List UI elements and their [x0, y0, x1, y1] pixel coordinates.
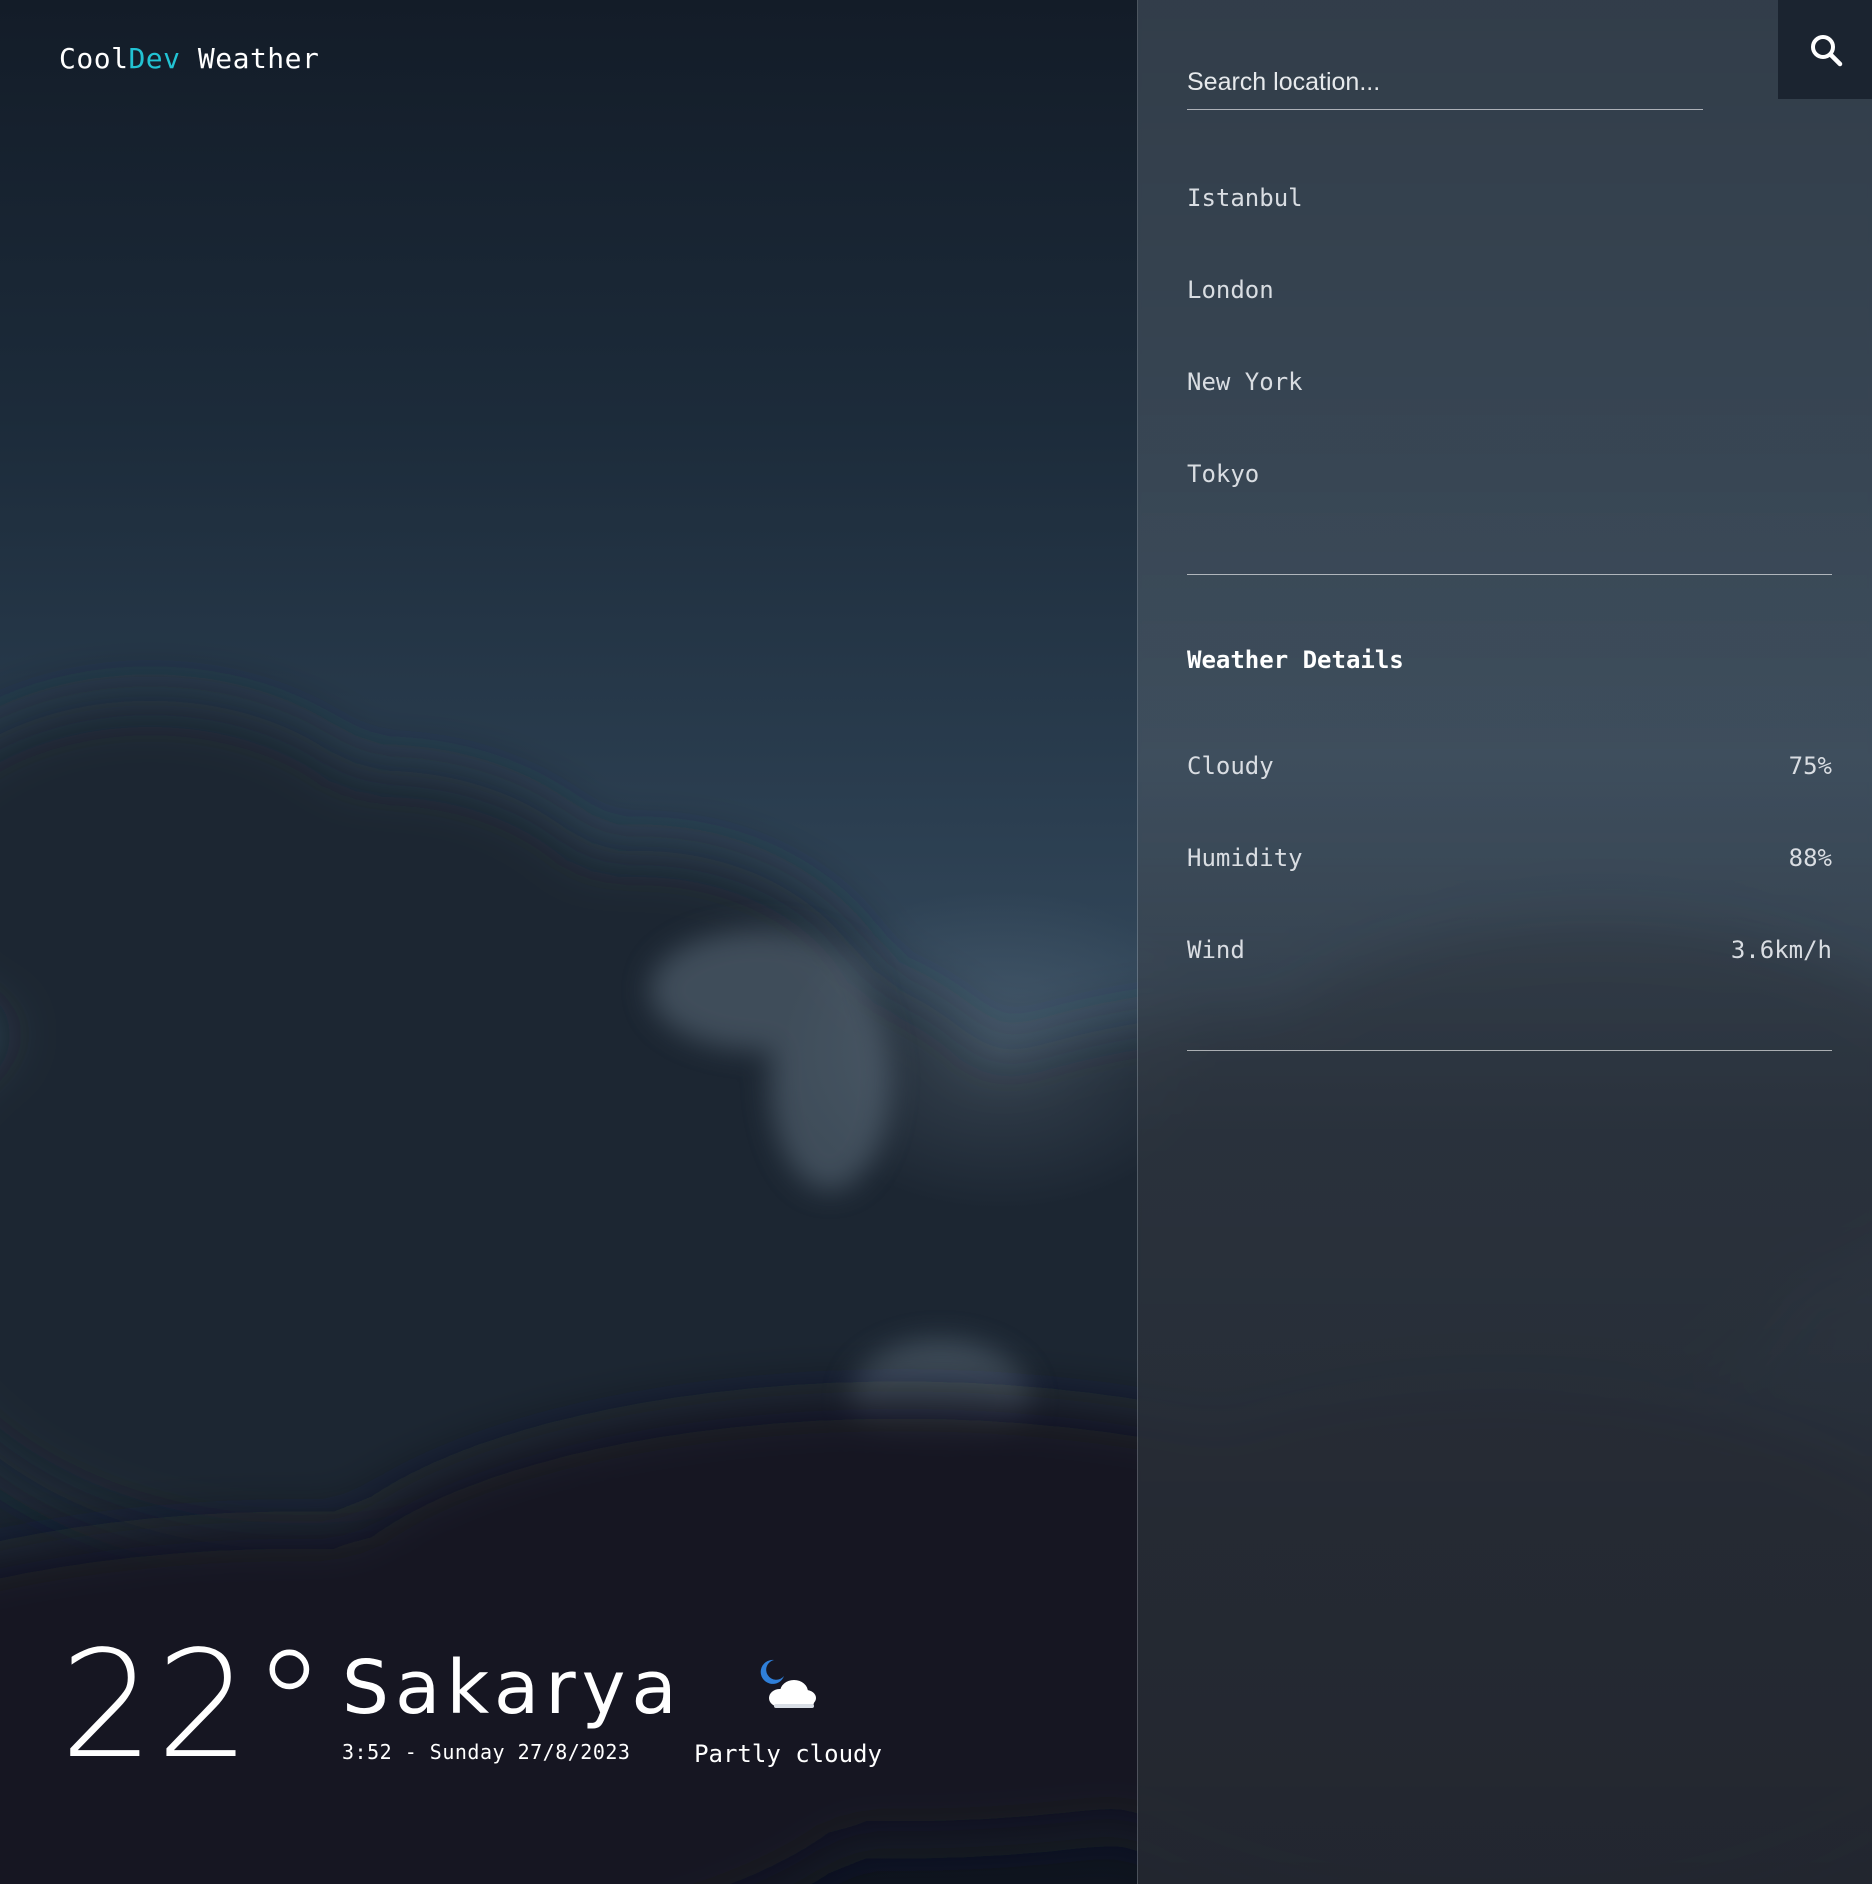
details-list: Cloudy 75% Humidity 88% Wind 3.6km/h — [1187, 736, 1832, 1012]
detail-label: Wind — [1187, 936, 1245, 964]
detail-row-humidity: Humidity 88% — [1187, 828, 1832, 920]
temperature: 22° — [60, 1619, 329, 1791]
search-button[interactable] — [1778, 0, 1872, 99]
logo-text-weather: Weather — [180, 42, 320, 75]
detail-row-wind: Wind 3.6km/h — [1187, 920, 1832, 1012]
search-input[interactable] — [1187, 60, 1703, 104]
detail-label: Cloudy — [1187, 752, 1274, 780]
detail-row-cloudy: Cloudy 75% — [1187, 736, 1832, 828]
detail-label: Humidity — [1187, 844, 1303, 872]
date-time: 3:52 - Sunday 27/8/2023 — [342, 1740, 631, 1764]
logo-text-dev: Dev — [128, 42, 181, 75]
location-item-istanbul[interactable]: Istanbul — [1187, 168, 1832, 260]
details-title: Weather Details — [1187, 646, 1404, 674]
search-field — [1187, 60, 1703, 110]
divider — [1187, 574, 1832, 575]
detail-value: 3.6km/h — [1730, 936, 1832, 964]
location-item-new-york[interactable]: New York — [1187, 352, 1832, 444]
detail-value: 75% — [1788, 752, 1832, 780]
location-item-tokyo[interactable]: Tokyo — [1187, 444, 1832, 536]
location-block: Sakarya 3:52 - Sunday 27/8/2023 — [342, 1648, 683, 1764]
location-list: Istanbul London New York Tokyo — [1187, 168, 1832, 536]
condition-text: Partly cloudy — [694, 1740, 882, 1768]
logo-text-cool: Cool — [59, 42, 129, 75]
partly-cloudy-night-icon — [760, 1659, 816, 1708]
divider — [1187, 1050, 1832, 1051]
condition-block: Partly cloudy — [693, 1654, 883, 1768]
city-name: Sakarya — [342, 1645, 683, 1731]
weather-app: CoolDev Weather 22° Sakarya 3:52 - Sunda… — [0, 0, 1872, 1884]
location-item-london[interactable]: London — [1187, 260, 1832, 352]
side-panel: Istanbul London New York Tokyo Weather D… — [1137, 0, 1872, 1884]
detail-value: 88% — [1788, 844, 1832, 872]
app-logo[interactable]: CoolDev Weather — [59, 42, 319, 75]
search-icon — [1810, 34, 1842, 66]
